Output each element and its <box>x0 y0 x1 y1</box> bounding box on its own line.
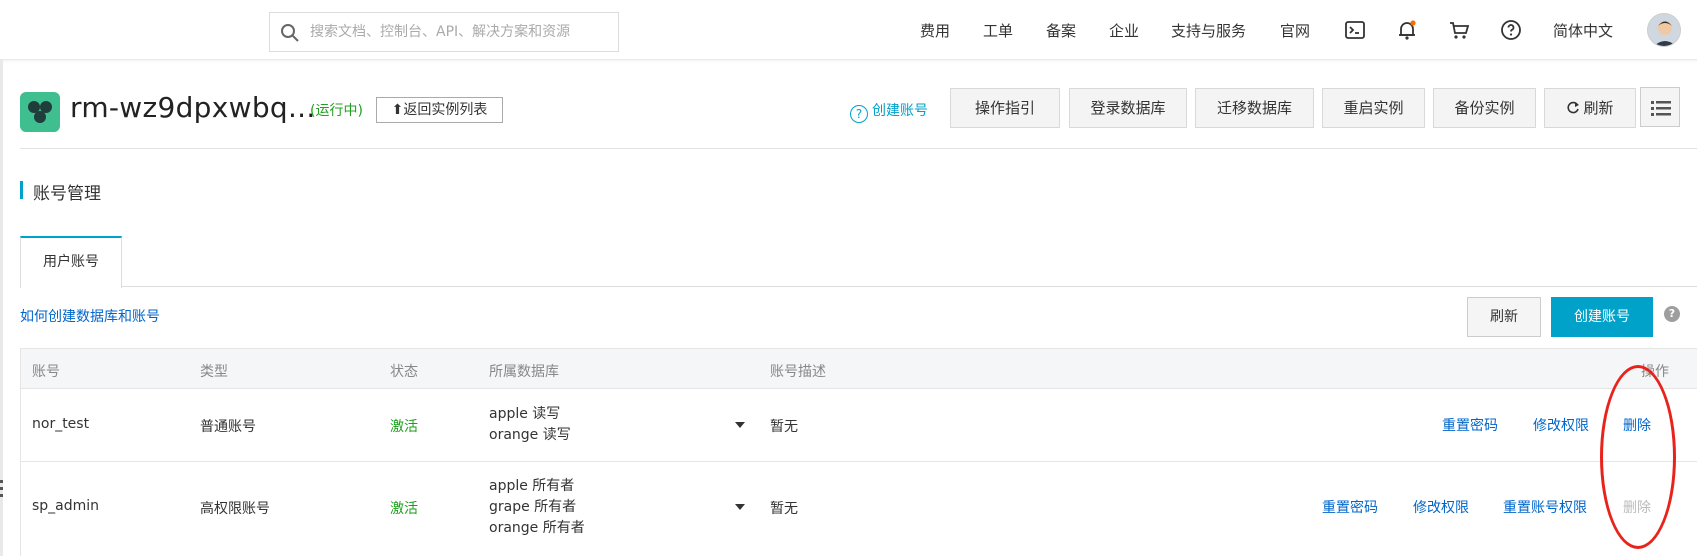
header-description: 账号描述 <box>770 364 826 380</box>
sidebar-handle-icon[interactable] <box>0 478 3 500</box>
refresh-icon <box>1567 101 1580 114</box>
header-refresh-label: 刷新 <box>1583 99 1614 117</box>
avatar-face-icon <box>1648 14 1680 46</box>
instance-status: (运行中) <box>310 103 363 119</box>
account-type: 普通账号 <box>200 419 256 435</box>
help-icon[interactable]: ? <box>1664 306 1680 322</box>
chevron-down-icon[interactable] <box>735 422 745 428</box>
instance-title: rm-wz9dpxwbq... <box>70 91 316 124</box>
database-item: apple 所有者 <box>489 478 575 494</box>
howto-create-db-link[interactable]: 如何创建数据库和账号 <box>20 306 160 326</box>
refresh-button[interactable]: 刷新 <box>1467 297 1541 337</box>
cart-icon[interactable] <box>1447 18 1471 42</box>
create-account-link[interactable]: ? 创建账号 <box>850 100 928 123</box>
nav-ticket[interactable]: 工单 <box>983 20 1013 41</box>
backup-instance-button[interactable]: 备份实例 <box>1433 88 1536 128</box>
login-database-button[interactable]: 登录数据库 <box>1069 88 1187 128</box>
operation-guide-button[interactable]: 操作指引 <box>950 88 1060 128</box>
reset-password-link[interactable]: 重置密码 <box>1322 497 1378 517</box>
chevron-down-icon[interactable] <box>735 504 745 510</box>
section-accent-bar <box>20 181 23 199</box>
create-account-button[interactable]: 创建账号 <box>1551 297 1653 337</box>
accounts-table: 账号 类型 状态 所属数据库 账号描述 操作 nor_test 普通账号 激活 … <box>20 348 1697 556</box>
global-search-box[interactable] <box>269 12 619 52</box>
nav-enterprise[interactable]: 企业 <box>1109 20 1139 41</box>
nav-fee[interactable]: 费用 <box>920 20 950 41</box>
account-status: 激活 <box>390 501 418 517</box>
nav-support[interactable]: 支持与服务 <box>1171 20 1246 41</box>
header-status: 状态 <box>390 364 418 380</box>
menu-list-button[interactable] <box>1640 87 1680 127</box>
table-row: sp_admin 高权限账号 激活 apple 所有者 grape 所有者 or… <box>21 462 1697 556</box>
account-description: 暂无 <box>770 501 798 517</box>
database-item: apple 读写 <box>489 406 561 422</box>
account-type: 高权限账号 <box>200 501 270 517</box>
database-item: grape 所有者 <box>489 499 577 515</box>
header-type: 类型 <box>200 364 228 380</box>
user-avatar[interactable] <box>1647 13 1681 47</box>
delete-link[interactable]: 删除 <box>1623 415 1651 435</box>
header-refresh-button[interactable]: 刷新 <box>1544 88 1636 128</box>
header-account: 账号 <box>32 364 60 380</box>
header-divider <box>20 148 1697 149</box>
database-list: apple 读写 orange 读写 <box>489 404 571 446</box>
back-to-instance-list-button[interactable]: ⬆返回实例列表 <box>376 97 503 123</box>
modify-permissions-link[interactable]: 修改权限 <box>1533 415 1589 435</box>
migrate-database-button[interactable]: 迁移数据库 <box>1195 88 1314 128</box>
table-row: nor_test 普通账号 激活 apple 读写 orange 读写 暂无 重… <box>21 389 1697 462</box>
language-switcher[interactable]: 简体中文 <box>1553 20 1613 41</box>
rds-instance-logo <box>20 92 60 132</box>
database-logo-icon <box>28 101 52 123</box>
header-database: 所属数据库 <box>489 364 559 380</box>
top-navigation-bar: 费用 工单 备案 企业 支持与服务 官网 简体中文 <box>0 0 1697 60</box>
modify-permissions-link[interactable]: 修改权限 <box>1413 497 1469 517</box>
help-circle-icon[interactable] <box>1499 18 1523 42</box>
account-description: 暂无 <box>770 419 798 435</box>
account-status: 激活 <box>390 419 418 435</box>
header-actions: 操作 <box>1641 364 1669 380</box>
delete-link-disabled: 删除 <box>1623 500 1651 516</box>
database-item: orange 读写 <box>489 427 571 443</box>
tab-user-accounts[interactable]: 用户账号 <box>20 236 122 288</box>
list-icon <box>1651 101 1671 116</box>
nav-filing[interactable]: 备案 <box>1046 20 1076 41</box>
search-icon <box>281 24 299 42</box>
terminal-icon[interactable] <box>1343 18 1367 42</box>
create-account-link-label: 创建账号 <box>872 103 928 119</box>
reset-password-link[interactable]: 重置密码 <box>1442 415 1498 435</box>
account-name: nor_test <box>32 416 90 432</box>
database-item: orange 所有者 <box>489 520 585 536</box>
bell-icon[interactable] <box>1395 18 1419 42</box>
account-name: sp_admin <box>32 498 100 514</box>
tab-divider <box>20 286 1697 287</box>
question-circle-icon: ? <box>850 105 868 123</box>
nav-official-site[interactable]: 官网 <box>1280 20 1310 41</box>
restart-instance-button[interactable]: 重启实例 <box>1322 88 1425 128</box>
reset-account-permissions-link[interactable]: 重置账号权限 <box>1503 497 1587 517</box>
section-title: 账号管理 <box>33 184 101 204</box>
search-input[interactable] <box>310 19 610 45</box>
database-list: apple 所有者 grape 所有者 orange 所有者 <box>489 476 585 539</box>
table-header: 账号 类型 状态 所属数据库 账号描述 操作 <box>21 348 1697 389</box>
